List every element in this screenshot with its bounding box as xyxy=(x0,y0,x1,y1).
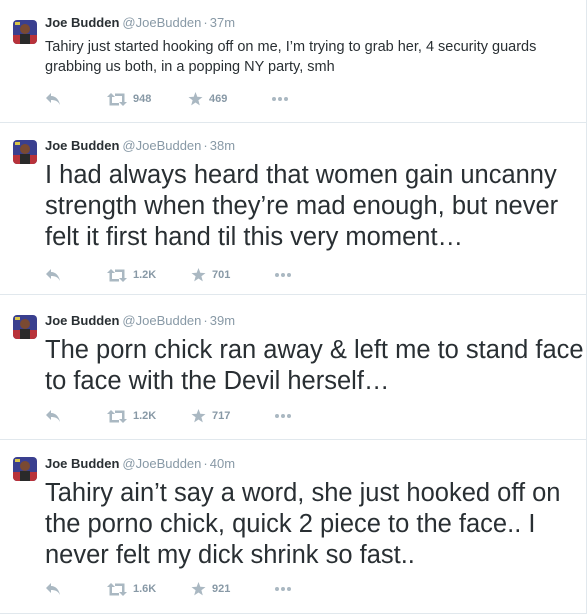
favorite-button[interactable]: 701 xyxy=(191,266,230,284)
reply-button[interactable] xyxy=(45,90,61,108)
more-icon xyxy=(275,414,291,418)
tweet-text: Tahiry just started hooking off on me, I… xyxy=(45,39,537,75)
reply-icon xyxy=(46,410,60,422)
retweet-count: 948 xyxy=(133,93,152,105)
favorite-count: 921 xyxy=(212,583,231,595)
more-button[interactable] xyxy=(274,266,292,284)
tweet-timestamp[interactable]: 38m xyxy=(210,138,235,153)
avatar[interactable] xyxy=(13,140,37,164)
tweet-actions: 1.2K 717 xyxy=(45,407,345,425)
tweet-text: Tahiry ain’t say a word, she just hooked… xyxy=(45,479,561,569)
avatar[interactable] xyxy=(13,20,37,44)
tweet-text: I had always heard that women gain uncan… xyxy=(45,161,559,251)
retweet-button[interactable]: 1.2K xyxy=(107,266,156,284)
reply-icon xyxy=(46,269,60,281)
author-name[interactable]: Joe Budden xyxy=(45,15,119,30)
separator-dot: · xyxy=(203,313,208,328)
favorite-count: 469 xyxy=(209,93,228,105)
more-icon xyxy=(275,273,291,277)
favorite-icon xyxy=(188,92,203,106)
separator-dot: · xyxy=(203,15,208,30)
retweet-icon xyxy=(107,92,127,106)
tweet[interactable]: Joe Budden @JoeBudden · 38m I had always he… xyxy=(0,123,586,295)
reply-icon xyxy=(46,583,60,595)
tweet-header: Joe Budden @JoeBudden · 40m xyxy=(45,456,235,472)
retweet-icon xyxy=(107,268,127,282)
more-icon xyxy=(272,97,288,101)
tweet-actions: 1.6K 921 xyxy=(45,580,345,598)
avatar[interactable] xyxy=(13,315,37,339)
more-button[interactable] xyxy=(274,580,292,598)
favorite-count: 701 xyxy=(212,269,231,281)
retweet-button[interactable]: 1.2K xyxy=(107,407,156,425)
reply-button[interactable] xyxy=(45,266,61,284)
author-name[interactable]: Joe Budden xyxy=(45,456,119,471)
tweet[interactable]: Joe Budden @JoeBudden · 39m The porn chick … xyxy=(0,295,586,440)
tweet[interactable]: Joe Budden @JoeBudden · 37m Tahiry just sta… xyxy=(0,0,586,123)
favorite-icon xyxy=(191,268,206,282)
separator-dot: · xyxy=(203,456,208,471)
more-button[interactable] xyxy=(274,407,292,425)
author-handle[interactable]: @JoeBudden xyxy=(122,138,201,153)
retweet-icon xyxy=(107,409,127,423)
favorite-icon xyxy=(191,582,206,596)
author-handle[interactable]: @JoeBudden xyxy=(122,15,201,30)
separator-dot: · xyxy=(203,138,208,153)
retweet-button[interactable]: 948 xyxy=(107,90,151,108)
more-button[interactable] xyxy=(271,90,289,108)
retweet-count: 1.2K xyxy=(133,269,157,281)
favorite-button[interactable]: 921 xyxy=(191,580,230,598)
tweet-timestamp[interactable]: 37m xyxy=(210,15,235,30)
retweet-count: 1.2K xyxy=(133,410,157,422)
tweet-header: Joe Budden @JoeBudden · 39m xyxy=(45,313,235,329)
reply-button[interactable] xyxy=(45,580,61,598)
avatar[interactable] xyxy=(13,457,37,481)
author-name[interactable]: Joe Budden xyxy=(45,313,119,328)
more-icon xyxy=(275,587,291,591)
tweet-actions: 1.2K 701 xyxy=(45,266,345,284)
reply-button[interactable] xyxy=(45,407,61,425)
tweet-timestamp[interactable]: 40m xyxy=(210,456,235,471)
tweet-text: The porn chick ran away & left me to sta… xyxy=(45,336,584,395)
favorite-icon xyxy=(191,409,206,423)
tweet-actions: 948 469 xyxy=(45,90,345,108)
author-handle[interactable]: @JoeBudden xyxy=(122,456,201,471)
reply-icon xyxy=(46,93,60,105)
favorite-count: 717 xyxy=(212,410,231,422)
retweet-icon xyxy=(107,582,127,596)
author-handle[interactable]: @JoeBudden xyxy=(122,313,201,328)
favorite-button[interactable]: 469 xyxy=(188,90,227,108)
tweet-header: Joe Budden @JoeBudden · 38m xyxy=(45,138,235,154)
tweet-timestamp[interactable]: 39m xyxy=(210,313,235,328)
tweet-timeline: Joe Budden @JoeBudden · 37m Tahiry just sta… xyxy=(0,0,587,614)
author-name[interactable]: Joe Budden xyxy=(45,138,119,153)
retweet-count: 1.6K xyxy=(133,583,157,595)
tweet-header: Joe Budden @JoeBudden · 37m xyxy=(45,15,235,31)
favorite-button[interactable]: 717 xyxy=(191,407,230,425)
tweet[interactable]: Joe Budden @JoeBudden · 40m Tahiry ain’t sa… xyxy=(0,440,586,614)
retweet-button[interactable]: 1.6K xyxy=(107,580,156,598)
